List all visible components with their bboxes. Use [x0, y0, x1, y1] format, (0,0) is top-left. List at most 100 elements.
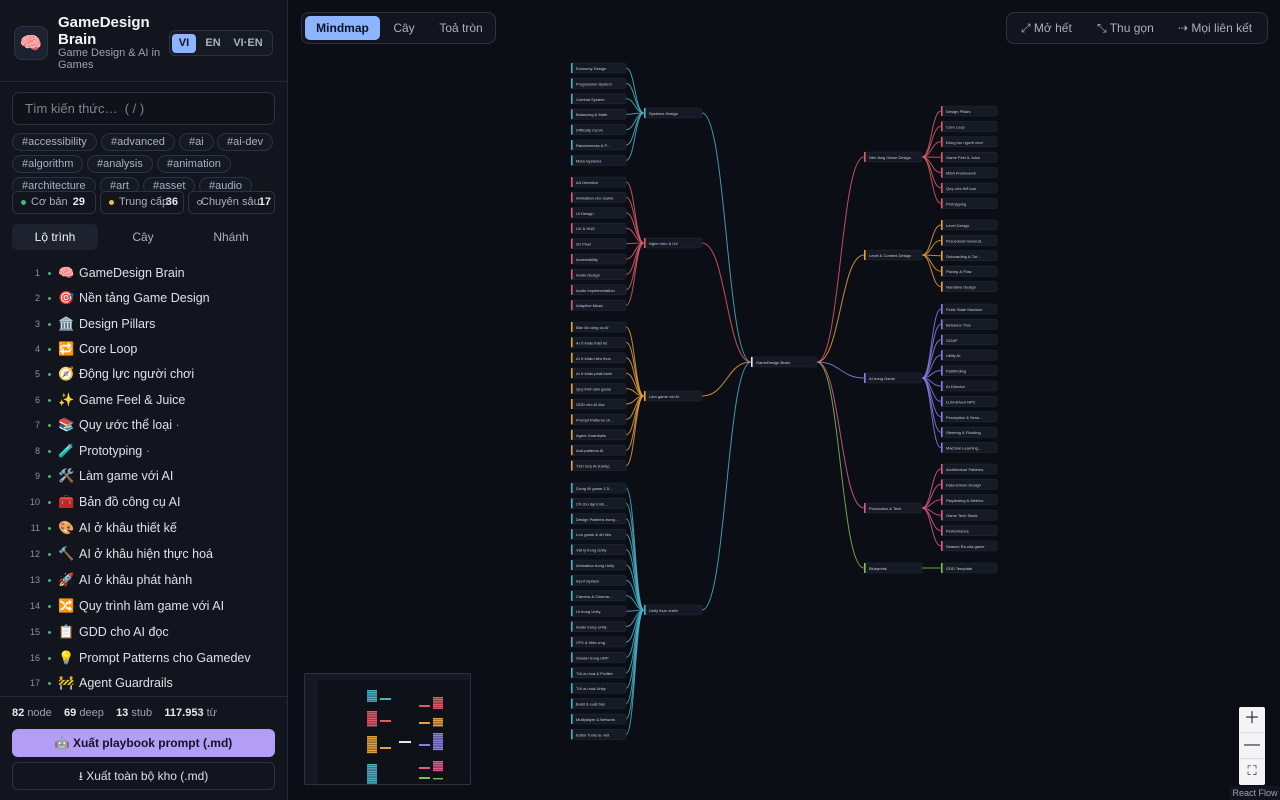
mindmap-leaf-node[interactable]: Anti-patterns AI	[570, 444, 627, 456]
mindmap-leaf-node[interactable]: Tích hợp AI (Unity)	[570, 460, 627, 471]
mindmap-leaf-node[interactable]: UI trong Unity	[570, 605, 627, 617]
tab-tree[interactable]: Cây	[100, 224, 186, 250]
mindmap-leaf-node[interactable]: Lưu game & dữ liệu	[570, 528, 627, 540]
all-links-button[interactable]: ⇢ Mọi liên kết	[1178, 13, 1252, 43]
mindmap-root-node[interactable]: GameDesign Brain	[750, 356, 818, 368]
mindmap-leaf-node[interactable]: Playtesting & Metrics	[940, 494, 998, 506]
tag-chip[interactable]: #audio	[199, 177, 253, 191]
mindmap-leaf-node[interactable]: UX & HUD	[570, 222, 627, 234]
expand-all-button[interactable]: ⤢ Mở hết	[1021, 13, 1072, 43]
level-intermediate-button[interactable]: Trung cấp 36	[100, 191, 184, 214]
mindmap-leaf-node[interactable]: Data-Driven Design	[940, 479, 998, 490]
mindmap-leaf-node[interactable]: GOAP	[940, 334, 998, 346]
roadmap-item[interactable]: 15 📋 GDD cho AI đọc	[14, 621, 284, 643]
tag-chip[interactable]: #algorithm	[12, 155, 84, 173]
mindmap-leaf-node[interactable]: Quy ước thể loại	[940, 182, 998, 194]
roadmap-item[interactable]: 11 🎨 AI ở khâu thiết kế	[14, 517, 284, 539]
mindmap-branch-node[interactable]: Unity thực chiến	[643, 604, 703, 616]
export-playbook-button[interactable]: 🤖 Xuất playbook prompt (.md)	[12, 729, 275, 757]
mindmap-leaf-node[interactable]: Combat System	[570, 93, 627, 105]
mindmap-branch-node[interactable]: Production & Tech	[863, 502, 923, 514]
roadmap-item[interactable]: 8 🧪 Prototyping ·	[14, 440, 284, 462]
react-flow-attribution[interactable]: React Flow	[1230, 786, 1280, 800]
mindmap-leaf-node[interactable]: Utility AI	[940, 349, 998, 361]
roadmap-item[interactable]: 3 🏛️ Design Pillars	[14, 313, 284, 335]
mindmap-leaf-node[interactable]: Behavior Tree	[940, 319, 998, 330]
mindmap-branch-node[interactable]: Làm game với AI	[643, 390, 703, 402]
roadmap-item[interactable]: 12 🔨 AI ở khâu hiện thực hoá	[14, 543, 284, 565]
mindmap-leaf-node[interactable]: Meta Systems	[570, 155, 627, 166]
mindmap-leaf-node[interactable]: Build & xuất bản	[570, 698, 627, 709]
mindmap-leaf-node[interactable]: Economy Design	[570, 62, 627, 74]
tag-chip[interactable]: #ai	[179, 133, 214, 151]
mindmap-leaf-node[interactable]: Game Feel & Juice	[940, 151, 998, 163]
mindmap-leaf-node[interactable]: Difficulty Curve	[570, 124, 627, 135]
mindmap-leaf-node[interactable]: Audio Design	[570, 269, 627, 280]
mindmap-leaf-node[interactable]: Progression System	[570, 78, 627, 89]
mindmap-leaf-node[interactable]: Quy trình làm game	[570, 383, 627, 394]
mindmap-leaf-node[interactable]: Level Design	[940, 219, 998, 231]
minimap[interactable]	[304, 673, 471, 785]
roadmap-item[interactable]: 1 🧠 GameDesign Brain	[14, 262, 284, 284]
roadmap-item[interactable]: 10 🧰 Bản đồ công cụ AI	[14, 491, 284, 513]
lang-vi-en-button[interactable]: VI·EN	[228, 34, 268, 53]
tab-roadmap[interactable]: Lộ trình	[12, 224, 98, 250]
mindmap-leaf-node[interactable]: Balancing & Math	[570, 108, 627, 120]
mindmap-leaf-node[interactable]: Design Patterns trong…	[570, 513, 627, 525]
mindmap-leaf-node[interactable]: Performance	[940, 525, 998, 536]
mindmap-leaf-node[interactable]: AI ở khâu hiện thực	[570, 352, 627, 364]
mindmap-leaf-node[interactable]: Vật lý trong Unity	[570, 544, 627, 555]
roadmap-item[interactable]: 6 ✨ Game Feel & Juice	[14, 389, 284, 411]
collapse-button[interactable]: ⤡ Thu gọn	[1097, 13, 1154, 43]
roadmap-item[interactable]: 17 🚧 Agent Guardrails	[14, 672, 284, 694]
mindmap-leaf-node[interactable]: Procedural Generat…	[940, 235, 998, 246]
mindmap-leaf-node[interactable]: LLM-driven NPC	[940, 396, 998, 407]
mindmap-leaf-node[interactable]: Pathfinding	[940, 365, 998, 376]
lang-vi-button[interactable]: VI	[172, 34, 196, 53]
mode-radial-button[interactable]: Toả tròn	[429, 16, 493, 40]
tag-chip[interactable]: #asset	[143, 177, 196, 191]
mindmap-leaf-node[interactable]: Multiplayer & Network	[570, 713, 627, 725]
mindmap-leaf-node[interactable]: Design Pillars	[940, 105, 998, 117]
mindmap-leaf-node[interactable]: Randomness & P…	[570, 139, 627, 151]
roadmap-item[interactable]: 13 🚀 AI ở khâu phát hành	[14, 569, 284, 591]
mindmap-leaf-node[interactable]: Adaptive Music	[570, 299, 627, 311]
mindmap-leaf-node[interactable]: AI ở khâu phát hành	[570, 367, 627, 379]
mindmap-leaf-node[interactable]: Art Direction	[570, 176, 627, 188]
mindmap-leaf-node[interactable]: C# cho lập trình…	[570, 498, 627, 509]
roadmap-item[interactable]: 4 🔁 Core Loop	[14, 338, 284, 360]
mindmap-leaf-node[interactable]: UI Design	[570, 207, 627, 219]
mindmap-leaf-node[interactable]: Animation cho Game	[570, 192, 627, 203]
tag-chip[interactable]: #advanced	[101, 133, 175, 151]
tag-chip[interactable]: #accessibility	[12, 133, 97, 151]
mindmap-leaf-node[interactable]: Bản đồ công cụ AI	[570, 321, 627, 333]
mindmap-leaf-node[interactable]: 2D Pixel	[570, 238, 627, 249]
search-input[interactable]	[13, 93, 274, 124]
tag-chip[interactable]: #animation	[157, 155, 231, 173]
roadmap-item[interactable]: 5 🧭 Động lực người chơi	[14, 363, 284, 385]
mindmap-leaf-node[interactable]: GDD Template	[940, 562, 998, 574]
mindmap-branch-node[interactable]: Blueprints	[863, 562, 923, 574]
mindmap-branch-node[interactable]: Nền tảng Game Design	[863, 151, 923, 163]
mindmap-leaf-node[interactable]: Audio Implementation	[570, 284, 627, 296]
mindmap-leaf-node[interactable]: Prompt Patterns ch…	[570, 414, 627, 425]
mindmap-leaf-node[interactable]: MDA Framework	[940, 167, 998, 178]
mindmap-leaf-node[interactable]: Editor Tools tự viết	[570, 729, 627, 740]
roadmap-item[interactable]: 2 🎯 Nền tảng Game Design	[14, 287, 284, 309]
roadmap-item[interactable]: 14 🔀 Quy trình làm game với AI	[14, 595, 284, 617]
mindmap-leaf-node[interactable]: Narrative Design	[940, 281, 998, 292]
mindmap-leaf-node[interactable]: GDD cho AI đọc	[570, 398, 627, 410]
mindmap-leaf-node[interactable]: Architecture Patterns	[940, 463, 998, 475]
mindmap-leaf-node[interactable]: Core Loop	[940, 121, 998, 132]
mindmap-leaf-node[interactable]: Perception & Sens…	[940, 411, 998, 423]
mindmap-canvas[interactable]: Nền tảng Game Design Design Pillars Core L…	[289, 0, 1280, 800]
mindmap-leaf-node[interactable]: Agent Guardrails	[570, 429, 627, 441]
mindmap-leaf-node[interactable]: AI Director	[940, 380, 998, 392]
mindmap-leaf-node[interactable]: Input System	[570, 575, 627, 586]
tag-chip[interactable]: #analysis	[87, 155, 153, 173]
mindmap-branch-node[interactable]: Systems Design	[643, 107, 703, 119]
mode-mindmap-button[interactable]: Mindmap	[305, 16, 380, 40]
mindmap-branch-node[interactable]: AI trong Game	[863, 372, 923, 384]
mindmap-leaf-node[interactable]: Game Tech Stack	[940, 509, 998, 521]
mindmap-leaf-node[interactable]: Accessibility	[570, 253, 627, 265]
